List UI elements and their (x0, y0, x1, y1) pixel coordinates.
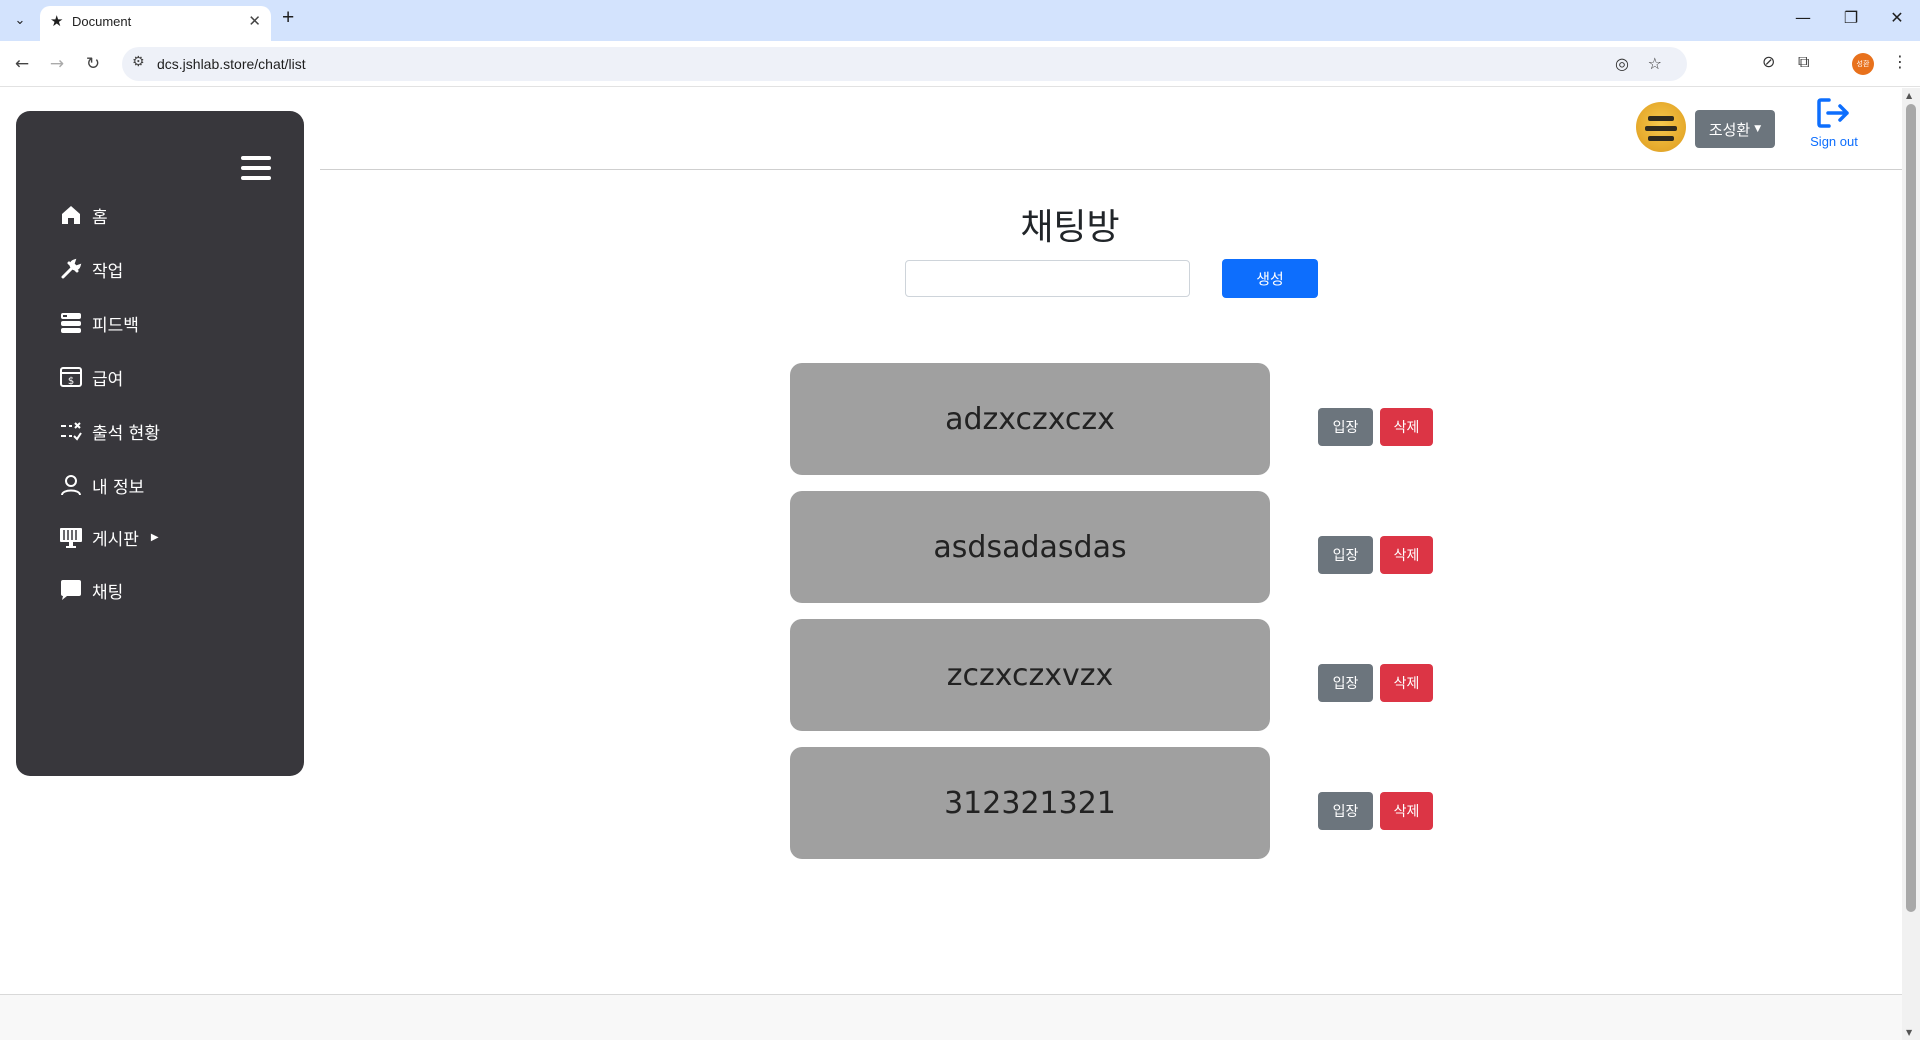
chat-room-card[interactable]: asdsadasdas (790, 491, 1270, 603)
chat-room-card[interactable]: 312321321 (790, 747, 1270, 859)
site-info-icon[interactable]: ⚙ (132, 54, 145, 70)
restore-icon[interactable]: ❐ (1836, 8, 1866, 27)
sidebar-item-label: 작업 (92, 261, 124, 282)
sidebar-item-label: 내 정보 (92, 477, 145, 498)
chat-room-card[interactable]: zczxczxvzx (790, 619, 1270, 731)
eye-off-icon[interactable]: ◎ (1615, 54, 1629, 73)
delete-room-button[interactable]: 삭제 (1380, 664, 1433, 702)
sidebar-item-label: 피드백 (92, 315, 139, 336)
sidebar-item-chat[interactable]: 채팅 (58, 575, 123, 605)
sidebar-item-my-info[interactable]: 내 정보 (58, 470, 144, 500)
salary-icon: $ (58, 364, 84, 390)
back-icon[interactable]: ← (9, 51, 35, 77)
scroll-up-icon[interactable]: ▲ (1906, 91, 1912, 100)
create-room-button[interactable]: 생성 (1222, 259, 1318, 298)
url-text[interactable]: dcs.jshlab.store/chat/list (157, 56, 306, 72)
sign-out-icon (1817, 98, 1849, 128)
chat-room-card[interactable]: adzxczxczx (790, 363, 1270, 475)
browser-tab-strip: ⌄ ★ Document ✕ + — ❐ ✕ (0, 0, 1920, 41)
extensions-icon[interactable]: ⧉ (1798, 52, 1809, 72)
star-favicon-icon: ★ (50, 12, 64, 30)
page-title: 채팅방 (1020, 207, 1120, 248)
sidebar: 홈 작업 피드백 $ 급여 출석 현황 내 정보 게시판 ▶ 채팅 (16, 111, 304, 776)
delete-room-button[interactable]: 삭제 (1380, 408, 1433, 446)
minimize-icon[interactable]: — (1788, 8, 1818, 27)
enter-room-button[interactable]: 입장 (1318, 536, 1373, 574)
sign-out-label: Sign out (1810, 134, 1858, 149)
enter-room-button[interactable]: 입장 (1318, 664, 1373, 702)
reload-icon[interactable]: ↻ (80, 51, 106, 77)
bookmark-star-icon[interactable]: ☆ (1648, 54, 1662, 73)
delete-room-button[interactable]: 삭제 (1380, 536, 1433, 574)
browser-menu-icon[interactable]: ⋮ (1892, 52, 1908, 71)
window-close-icon[interactable]: ✕ (1882, 8, 1912, 27)
profile-avatar[interactable]: 성환 (1852, 53, 1874, 75)
delete-room-button[interactable]: 삭제 (1380, 792, 1433, 830)
scroll-down-icon[interactable]: ▼ (1906, 1028, 1912, 1037)
sidebar-item-board[interactable]: 게시판 ▶ (58, 522, 159, 552)
sidebar-item-feedback[interactable]: 피드백 (58, 308, 139, 338)
page-footer (0, 994, 1902, 1040)
tab-close-icon[interactable]: ✕ (248, 12, 261, 30)
enter-room-button[interactable]: 입장 (1318, 792, 1373, 830)
address-bar[interactable]: ⚙ dcs.jshlab.store/chat/list ◎ ☆ (122, 47, 1687, 81)
room-name-input[interactable] (905, 260, 1190, 297)
user-avatar[interactable] (1636, 102, 1686, 152)
hamburger-menu-icon[interactable] (241, 156, 271, 180)
sidebar-item-label: 홈 (92, 207, 108, 228)
sidebar-item-attendance[interactable]: 출석 현황 (58, 416, 160, 446)
home-icon (58, 202, 84, 228)
caret-right-icon: ▶ (150, 531, 159, 543)
scrollbar-thumb[interactable] (1906, 104, 1916, 912)
sidebar-item-work[interactable]: 작업 (58, 254, 123, 284)
page-viewport: 홈 작업 피드백 $ 급여 출석 현황 내 정보 게시판 ▶ 채팅 조성환 ▼ … (0, 88, 1920, 1040)
sidebar-item-label: 게시판 (92, 529, 139, 550)
board-icon (58, 524, 84, 550)
attendance-icon (58, 418, 84, 444)
tab-title: Document (72, 14, 132, 29)
vertical-scrollbar[interactable]: ▲ ▼ (1902, 88, 1920, 1040)
sign-out-link[interactable]: Sign out (1806, 98, 1862, 149)
browser-toolbar: ← → ↻ ⚙ dcs.jshlab.store/chat/list ◎ ☆ ⊘… (0, 41, 1920, 87)
chat-icon (58, 577, 84, 603)
caret-down-icon: ▼ (1754, 124, 1762, 134)
feedback-icon (58, 310, 84, 336)
performance-icon[interactable]: ⊘ (1762, 52, 1775, 71)
sidebar-item-label: 채팅 (92, 582, 124, 603)
sidebar-item-label: 급여 (92, 369, 124, 390)
tab-search-icon[interactable]: ⌄ (8, 8, 32, 32)
sidebar-item-salary[interactable]: $ 급여 (58, 362, 123, 392)
user-dropdown-button[interactable]: 조성환 ▼ (1695, 110, 1775, 148)
svg-text:$: $ (68, 376, 74, 387)
sidebar-item-home[interactable]: 홈 (58, 200, 108, 230)
user-name: 조성환 (1708, 120, 1751, 139)
sidebar-item-label: 출석 현황 (92, 423, 160, 444)
forward-icon[interactable]: → (44, 51, 70, 77)
header-divider (320, 169, 1905, 170)
tools-icon (58, 256, 84, 282)
new-tab-icon[interactable]: + (282, 6, 294, 30)
browser-tab[interactable]: ★ Document ✕ (40, 6, 271, 41)
enter-room-button[interactable]: 입장 (1318, 408, 1373, 446)
user-icon (58, 472, 84, 498)
